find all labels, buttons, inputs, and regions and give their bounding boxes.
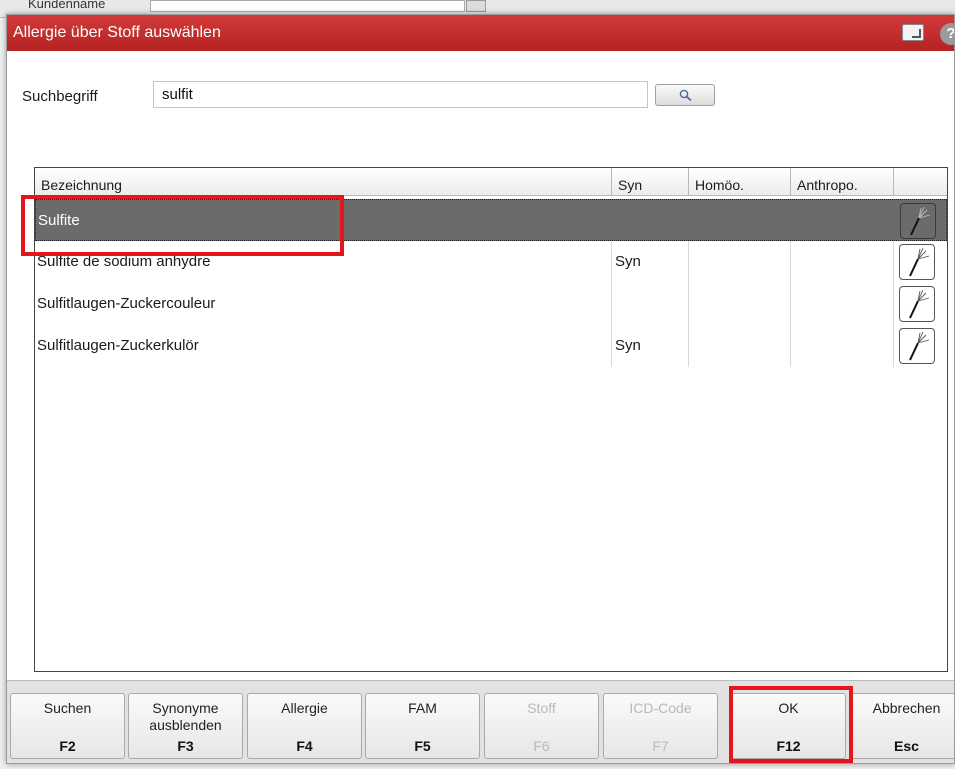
synonyme-ausblenden-button[interactable]: Synonyme ausblenden F3	[128, 693, 243, 759]
column-header-icon	[894, 168, 949, 196]
cell-homoeo	[690, 241, 790, 283]
fkey-label: Allergie	[281, 700, 328, 716]
fkey-shortcut: F5	[414, 738, 431, 754]
background-field	[150, 0, 465, 12]
column-header-syn[interactable]: Syn	[612, 168, 689, 196]
dandelion-icon[interactable]	[899, 328, 935, 364]
table-row[interactable]: Sulfitlaugen-Zuckerkulör Syn	[35, 325, 947, 367]
cell-homoeo	[690, 283, 790, 325]
cell-bezeichnung: Sulfite de sodium anhydre	[37, 253, 211, 270]
fkey-shortcut: F2	[59, 738, 76, 754]
column-header-bezeichnung[interactable]: Bezeichnung	[35, 168, 612, 196]
cell-anthropo	[793, 200, 893, 240]
fkey-label: ICD-Code	[629, 700, 692, 716]
cell-bezeichnung: Sulfitlaugen-Zuckercouleur	[37, 295, 216, 312]
table-row[interactable]: Sulfitlaugen-Zuckercouleur	[35, 283, 947, 325]
allergie-button[interactable]: Allergie F4	[247, 693, 362, 759]
cell-bezeichnung: Sulfite	[38, 212, 80, 229]
fkey-shortcut: F4	[296, 738, 313, 754]
cell-syn	[614, 200, 689, 240]
table-header: Bezeichnung Syn Homöo. Anthropo.	[35, 168, 947, 196]
fkey-label: Stoff	[527, 700, 556, 716]
dandelion-icon[interactable]	[899, 244, 935, 280]
column-header-anthropo[interactable]: Anthropo.	[791, 168, 894, 196]
search-icon	[679, 89, 692, 102]
dialog-title: Allergie über Stoff auswählen	[13, 24, 221, 41]
fkey-label: Suchen	[43, 700, 92, 716]
cell-anthropo	[792, 241, 892, 283]
fkey-label: OK	[778, 700, 799, 716]
window-resize-icon[interactable]	[902, 24, 924, 41]
cell-homoeo	[691, 200, 791, 240]
fkey-shortcut: F3	[177, 738, 194, 754]
table-row[interactable]: Sulfite de sodium anhydre Syn	[35, 241, 947, 283]
fkey-shortcut: F7	[652, 738, 669, 754]
fkey-label: FAM	[408, 700, 437, 716]
cell-syn: Syn	[615, 337, 641, 354]
cell-anthropo	[792, 325, 892, 367]
dandelion-icon[interactable]	[900, 203, 936, 239]
cell-anthropo	[792, 283, 892, 325]
stoff-button[interactable]: Stoff F6	[484, 693, 599, 759]
fkey-shortcut: Esc	[894, 738, 919, 754]
function-key-bar: Suchen F2 Synonyme ausblenden F3 Allergi…	[7, 680, 954, 763]
suchen-button[interactable]: Suchen F2	[10, 693, 125, 759]
results-table: Bezeichnung Syn Homöo. Anthropo. Sulfite…	[34, 167, 948, 672]
ok-button[interactable]: OK F12	[731, 693, 846, 759]
search-button[interactable]	[655, 84, 715, 106]
fkey-label: Abbrechen	[872, 700, 941, 716]
background-label: Kundenname	[28, 0, 106, 11]
icd-code-button[interactable]: ICD-Code F7	[603, 693, 718, 759]
background-button	[466, 0, 486, 12]
cell-homoeo	[690, 325, 790, 367]
allergy-dialog: Allergie über Stoff auswählen ? Suchbegr…	[6, 14, 955, 764]
dandelion-icon[interactable]	[899, 286, 935, 322]
cell-bezeichnung: Sulfitlaugen-Zuckerkulör	[37, 337, 199, 354]
fam-button[interactable]: FAM F5	[365, 693, 480, 759]
abbrechen-button[interactable]: Abbrechen Esc	[849, 693, 954, 759]
column-header-homoeo[interactable]: Homöo.	[689, 168, 791, 196]
cell-syn: Syn	[615, 253, 641, 270]
help-icon[interactable]: ?	[940, 23, 954, 45]
table-row[interactable]: Sulfite	[35, 199, 947, 241]
title-bar: Allergie über Stoff auswählen ?	[7, 15, 954, 51]
fkey-label: Synonyme ausblenden	[149, 700, 222, 733]
search-input[interactable]	[153, 81, 648, 108]
fkey-shortcut: F6	[533, 738, 550, 754]
search-label: Suchbegriff	[22, 88, 98, 105]
cell-syn	[613, 283, 688, 325]
fkey-shortcut: F12	[776, 738, 801, 754]
